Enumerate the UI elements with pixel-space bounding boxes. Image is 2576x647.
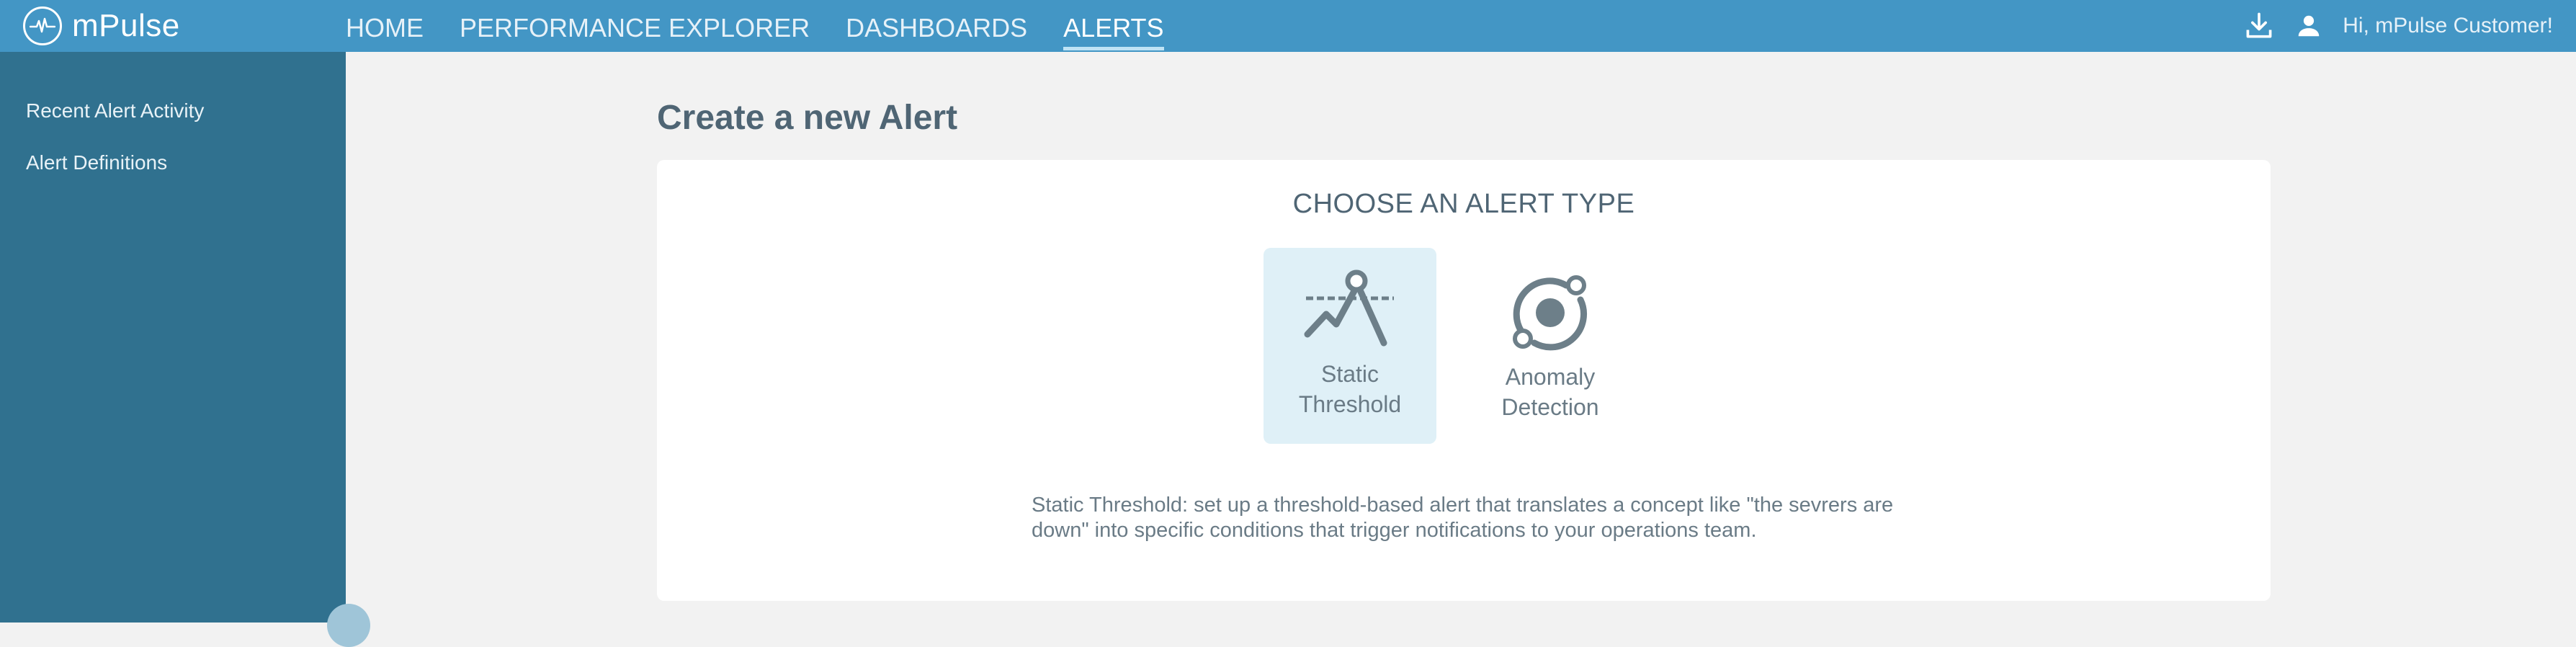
card-heading: CHOOSE AN ALERT TYPE — [1292, 189, 1635, 219]
header-actions: Hi, mPulse Customer! — [2243, 0, 2553, 52]
user-icon[interactable] — [2295, 12, 2322, 40]
sidebar: Recent Alert Activity Alert Definitions — [0, 52, 346, 623]
page-title: Create a new Alert — [657, 99, 958, 137]
static-threshold-icon — [1304, 269, 1394, 347]
brand[interactable]: mPulse — [23, 0, 180, 52]
nav-item-alerts[interactable]: ALERTS — [1063, 0, 1164, 52]
alert-type-description: Static Threshold: set up a threshold-bas… — [1032, 494, 1894, 542]
alert-type-card: CHOOSE AN ALERT TYPE Static Threshold An… — [657, 160, 2271, 601]
nav-item-performance-explorer[interactable]: PERFORMANCE EXPLORER — [460, 0, 810, 52]
download-icon[interactable] — [2243, 10, 2275, 42]
static-threshold-label: Static Threshold — [1299, 359, 1401, 419]
nav-item-home[interactable]: HOME — [346, 0, 424, 52]
top-navigation-bar: mPulse HOME PERFORMANCE EXPLORER DASHBOA… — [0, 0, 2576, 52]
sidebar-item-alert-definitions[interactable]: Alert Definitions — [0, 137, 346, 189]
static-threshold-label-line2: Threshold — [1298, 391, 1402, 417]
static-threshold-option[interactable]: Static Threshold — [1264, 248, 1436, 444]
sidebar-collapse-handle[interactable] — [327, 604, 370, 647]
anomaly-detection-icon — [1513, 275, 1587, 351]
anomaly-detection-label-line2: Detection — [1501, 394, 1599, 420]
sidebar-item-recent-alert-activity[interactable]: Recent Alert Activity — [0, 85, 346, 137]
brand-name: mPulse — [72, 8, 180, 43]
user-greeting[interactable]: Hi, mPulse Customer! — [2343, 14, 2553, 38]
static-threshold-label-line1: Static — [1320, 361, 1379, 387]
anomaly-detection-label-line1: Anomaly — [1505, 364, 1596, 390]
nav-item-dashboards[interactable]: DASHBOARDS — [846, 0, 1027, 52]
main-nav: HOME PERFORMANCE EXPLORER DASHBOARDS ALE… — [346, 0, 1164, 52]
anomaly-detection-option[interactable]: Anomaly Detection — [1464, 248, 1637, 444]
anomaly-detection-label: Anomaly Detection — [1501, 362, 1598, 422]
pulse-logo-icon — [23, 6, 62, 45]
alert-type-options: Static Threshold Anomaly Detection — [1264, 248, 1664, 444]
